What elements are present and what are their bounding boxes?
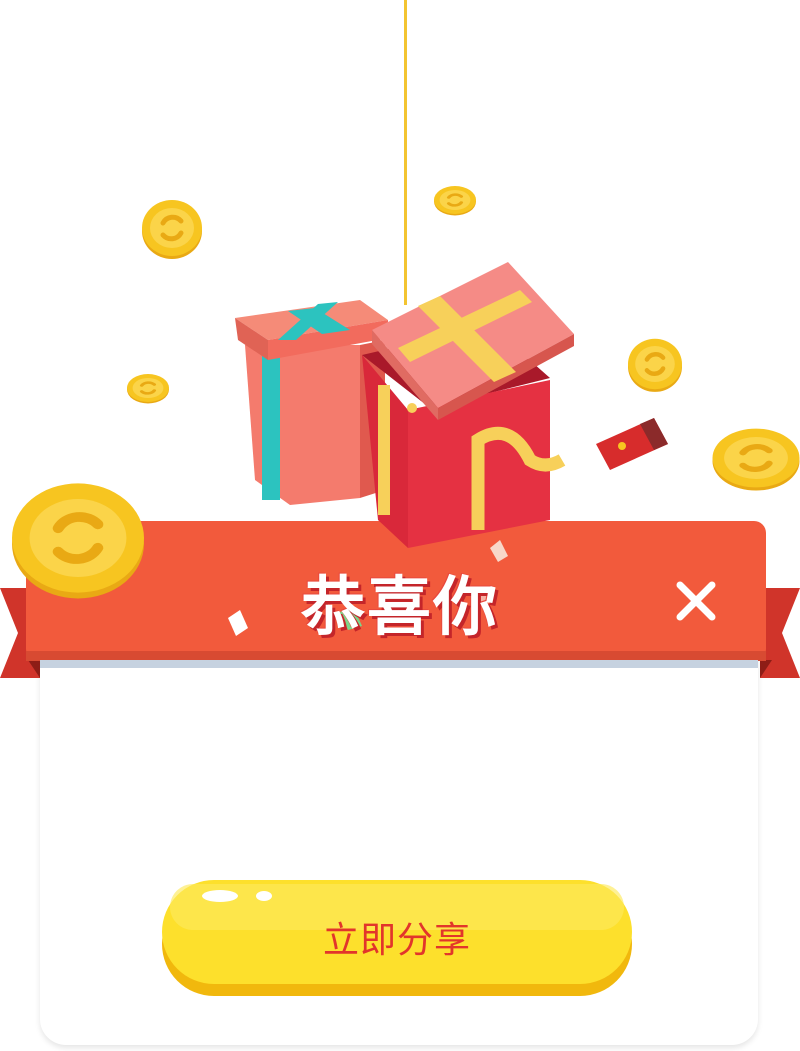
close-button[interactable] [670,575,722,627]
hanging-string [404,0,407,305]
open-gift-box-icon [362,262,574,548]
reward-popup: 恭喜你 立即分享 [0,0,800,1051]
red-envelope-icon [596,418,668,470]
gift-box-icon [235,300,388,505]
share-button-label: 立即分享 [322,920,471,961]
share-now-button[interactable]: 立即分享 [160,878,634,998]
close-icon [676,581,716,621]
